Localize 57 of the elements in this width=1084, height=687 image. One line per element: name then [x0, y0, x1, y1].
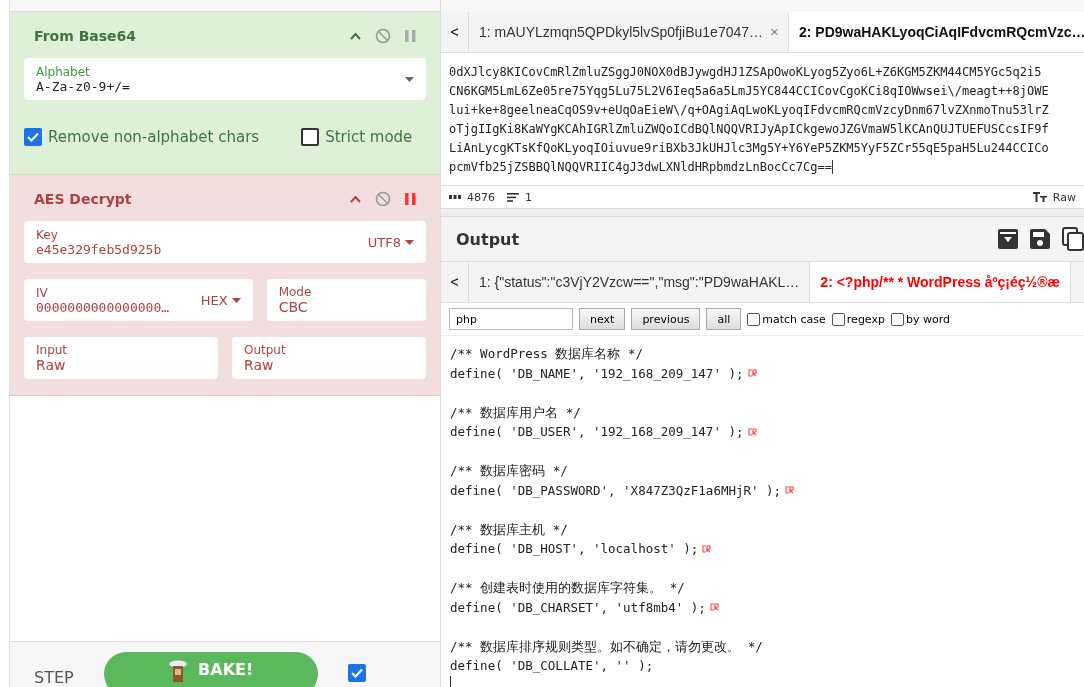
chef-icon	[168, 660, 189, 682]
code-line: define( 'DB_CHARSET', 'utf8mb4' );	[450, 598, 706, 617]
option-checkbox[interactable]: Remove non-alphabet chars	[24, 128, 260, 146]
code-line: define( 'DB_HOST', 'localhost' );	[450, 540, 699, 558]
code-line: /** 数据库排序规则类型。如不确定，请勿更改。 */	[450, 637, 763, 656]
code-line: /** 数据库用户名 */	[450, 403, 581, 422]
code-line: /** 数据库主机 */	[450, 520, 568, 539]
pause-icon[interactable]	[405, 193, 416, 205]
disable-icon[interactable]	[375, 28, 391, 44]
code-line: define( 'DB_NAME', '192_168_209_147' );	[450, 364, 744, 383]
format-label[interactable]: Raw	[1052, 190, 1076, 204]
input-field[interactable]: Mode CBC	[266, 279, 426, 321]
check-icon	[27, 132, 39, 142]
character-count: 4876	[467, 190, 495, 204]
select-field[interactable]: Alphabet A-Za-z0-9+/=	[24, 58, 426, 100]
output-tab[interactable]: 2: <?php/** * WordPress åºç¡éç½®æ	[810, 262, 1071, 302]
font-icon	[1032, 192, 1047, 202]
code-line: define( 'DB_PASSWORD', 'X847Z3QzF1a6MHjR' );	[450, 481, 782, 500]
lines-icon	[507, 192, 519, 202]
characters-icon	[449, 194, 461, 200]
format-dropdown[interactable]: HEX	[200, 292, 241, 308]
code-line: /** 数据库密码 */	[450, 462, 568, 480]
save-icon[interactable]	[1030, 229, 1050, 249]
input-text[interactable]: 0dXJlcy8KICovCmRlZmluZSggJ0NOX0dBJywgdHJ1ZSApOwoKLyog5Zyo6L+Z6KGM5ZKM44CM5YGc5q2i5 CN6KGM5LmL6Ze05re75Yqg5Lu75L2V6Ieq5a6a5LmJ5YC844CCICovCgoKCi8qIOWwsei\/meagt++8jOWE lui+ke+8geelneaCqOS9v+eUqOaEieW\/q+OAgiAqLwoKLyoqIFdvcmRQcmVzcyDnm67lvZXnmoTnu53lrZ oTjgIIgKi8KaWYgKCAhIGRlZmluZWQoICdBQlNQQVRIJyApICkgewoJZGVmaW5lKCAnQUJTUEFUSCcsIF9f LiAnLycgKTsKfQoKLyoqIOiuvue9riBXb3JkUHJlc3Mg5Y+Y6YeP5ZKM5YyF5ZCr55qE5paH5Lu244CCICo pcmVfb25jZSBBQlNQQVRIIC4gJ3dwLXNldHRpbmdzLnBocCc7Cg==	[441, 53, 1084, 185]
input-field[interactable]: Key e45e329feb5d925b UTF8	[24, 221, 426, 263]
input-field[interactable]: IV 0000000000000000… HEX	[24, 279, 253, 321]
code-line: /** 创建表时使用的数据库字符集。 */	[450, 579, 685, 597]
collapse-icon[interactable]	[350, 32, 361, 40]
caret-icon	[405, 239, 414, 245]
code-line: define( 'DB_USER', '192_168_209_147' );	[450, 423, 744, 441]
line-count: 1	[525, 190, 532, 204]
check-icon	[350, 668, 363, 678]
operation-title: From Base64	[34, 28, 137, 44]
output-title: Output	[456, 229, 520, 249]
search-button[interactable]: previous	[631, 308, 701, 330]
copy-icon[interactable]	[1062, 227, 1084, 251]
search-button[interactable]: next	[579, 308, 626, 330]
download-icon[interactable]	[998, 229, 1018, 249]
step-button[interactable]: STEP	[34, 652, 74, 687]
collapse-icon[interactable]	[350, 195, 361, 203]
search-option-checkbox[interactable]: by word	[890, 312, 950, 326]
search-option-checkbox[interactable]: regexp	[831, 312, 885, 326]
code-line: /** WordPress 数据库名称 */	[450, 345, 643, 363]
search-option-checkbox[interactable]: match case	[747, 312, 826, 326]
operation-title: AES Decrypt	[34, 191, 132, 207]
input-tab[interactable]: 2: PD9waHAKLyoqCiAqIFdvcmRQcmVzc…	[789, 12, 1084, 52]
caret-icon	[405, 76, 414, 82]
search-field[interactable]: php	[449, 308, 573, 330]
search-button[interactable]: all	[706, 308, 742, 330]
auto-bake-checkbox[interactable]	[347, 664, 366, 682]
format-dropdown[interactable]: UTF8	[367, 234, 414, 250]
input-field[interactable]: Input Raw	[24, 337, 218, 379]
option-checkbox[interactable]: Strict mode	[301, 128, 413, 146]
close-icon[interactable]	[771, 26, 778, 38]
code-line: define( 'DB_COLLATE', '' );	[450, 657, 654, 675]
caret-icon	[231, 297, 241, 303]
input-field[interactable]: Output Raw	[232, 337, 426, 379]
